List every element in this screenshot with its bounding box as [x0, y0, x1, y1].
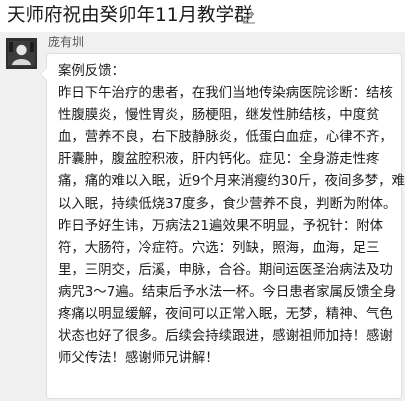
- message-line: 疼痛以明显缓解，夜间可以正常入眠，无梦，精神、气色: [58, 307, 393, 323]
- message-line: 病咒3～7遍。结束后予水法一杯。今日患者家属反馈全身: [58, 284, 397, 300]
- message-line: 符，大肠符，冷症符。穴选：列缺，照海，血海，足三: [58, 240, 380, 256]
- message-line: 状态也好了很多。后续会持续跟进，感谢祖师加持！感谢: [58, 329, 393, 345]
- message-line: 痛，痛的难以入眠，近9个月来消瘦约30斤，夜间多梦，难: [58, 174, 405, 190]
- message-line: 以入眠，持续低烧37度多，食少营养不良，判断为附体。: [58, 196, 397, 212]
- message-line: 昨日下午治疗的患者，在我们当地传染病医院诊断：结核: [58, 86, 393, 102]
- pencil-edit-icon[interactable]: [241, 8, 257, 24]
- message-line: 昨日予好生讳，万病法21遍效果不明显，予祝针：附体: [58, 218, 384, 234]
- user-avatar[interactable]: [6, 38, 37, 69]
- message-line: 里，三阴交，后溪，申脉，合谷。期间运医圣治病法及功: [58, 262, 393, 278]
- message-line: 血，营养不良，右下肢静脉炎，低蛋白血症，心律不齐，: [58, 130, 393, 146]
- chat-header: 天师府祝由癸卯年11月教学群: [0, 0, 405, 32]
- message-bubble[interactable]: 案例反馈： 昨日下午治疗的患者，在我们当地传染病医院诊断：结核 性腹膜炎，慢性胃…: [40, 53, 405, 399]
- message-line: 案例反馈：: [58, 64, 125, 79]
- bubble-tail: [41, 68, 47, 80]
- message-line: 师父传法！感谢师兄讲解！: [58, 351, 219, 367]
- message-line: 肝囊肿，腹盆腔积液，肝内钙化。症见：全身游走性疼: [58, 152, 380, 168]
- message-text: 案例反馈： 昨日下午治疗的患者，在我们当地传染病医院诊断：结核 性腹膜炎，慢性胃…: [58, 61, 405, 370]
- sender-name: 庞有圳: [48, 35, 85, 49]
- chat-message-area: 庞有圳 案例反馈： 昨日下午治疗的患者，在我们当地传染病医院诊断：结核 性腹膜炎…: [0, 32, 405, 401]
- message-line: 性腹膜炎，慢性胃炎，肠梗阻，继发性肺结核，中度贫: [58, 108, 380, 124]
- avatar-image: [6, 38, 37, 69]
- group-title: 天师府祝由癸卯年11月教学群: [7, 5, 253, 26]
